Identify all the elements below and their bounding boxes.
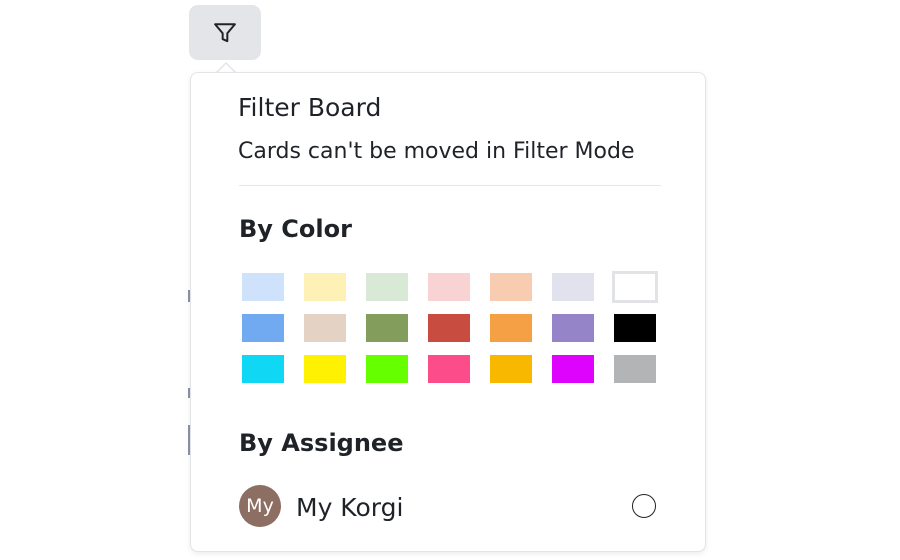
color-swatch-light-pink[interactable] [428, 273, 470, 301]
color-swatch-black[interactable] [614, 314, 656, 342]
color-swatch-light-lavender[interactable] [552, 273, 594, 301]
assignee-radio-button[interactable] [632, 494, 656, 518]
color-swatch-gray[interactable] [614, 355, 656, 383]
color-swatch-light-peach[interactable] [490, 273, 532, 301]
popover-title: Filter Board [238, 93, 382, 122]
color-swatch-magenta[interactable] [552, 355, 594, 383]
color-swatch-light-yellow[interactable] [304, 273, 346, 301]
popover-subtitle: Cards can't be moved in Filter Mode [238, 139, 635, 164]
by-assignee-heading: By Assignee [239, 429, 404, 457]
divider [239, 185, 661, 186]
board-stage: Filter Board Cards can't be moved in Fil… [0, 0, 900, 560]
assignee-row-my-korgi[interactable]: My My Korgi [239, 485, 663, 529]
color-swatch-light-green[interactable] [366, 273, 408, 301]
color-swatch-hot-pink[interactable] [428, 355, 470, 383]
color-swatch-cyan[interactable] [242, 355, 284, 383]
color-swatch-blue[interactable] [242, 314, 284, 342]
color-swatch-beige[interactable] [304, 314, 346, 342]
avatar: My [239, 485, 281, 527]
color-swatch-olive-green[interactable] [366, 314, 408, 342]
color-swatch-orange[interactable] [490, 314, 532, 342]
color-swatch-grid [242, 271, 658, 383]
filter-board-popover: Filter Board Cards can't be moved in Fil… [190, 72, 706, 552]
by-color-heading: By Color [239, 215, 352, 243]
color-swatch-light-blue[interactable] [242, 273, 284, 301]
color-swatch-amber[interactable] [490, 355, 532, 383]
assignee-name: My Korgi [296, 493, 404, 522]
color-swatch-purple[interactable] [552, 314, 594, 342]
color-swatch-white[interactable] [612, 271, 658, 303]
filter-button[interactable] [189, 5, 261, 60]
color-swatch-yellow[interactable] [304, 355, 346, 383]
color-swatch-red[interactable] [428, 314, 470, 342]
filter-funnel-icon [214, 22, 236, 42]
color-swatch-lime[interactable] [366, 355, 408, 383]
